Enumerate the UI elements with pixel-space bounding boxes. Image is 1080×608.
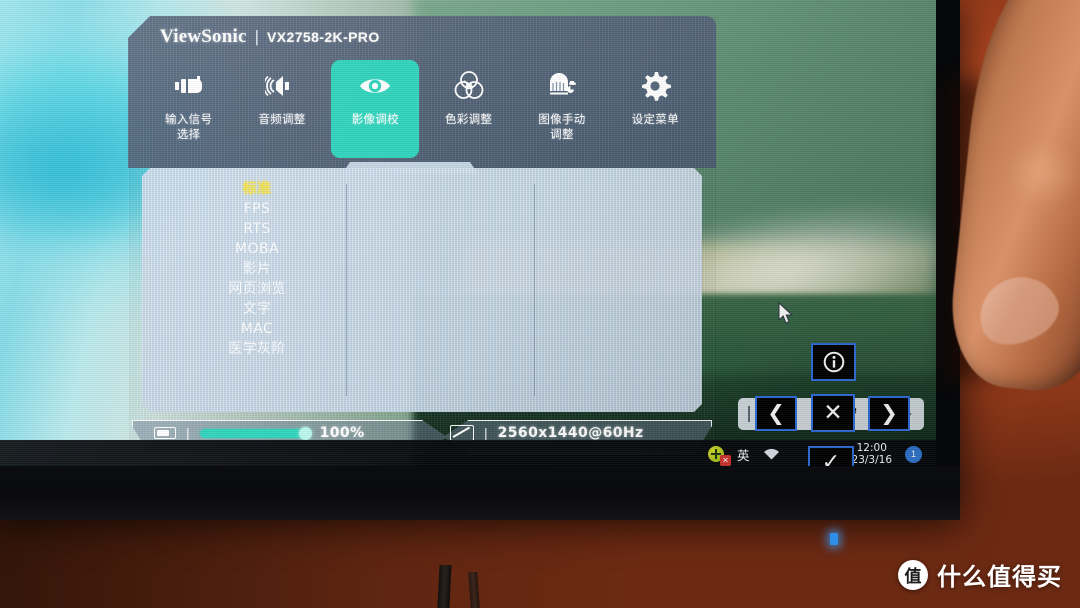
osd-branding: ViewSonic | VX2758-2K-PRO bbox=[160, 26, 380, 48]
model-number: VX2758-2K-PRO bbox=[267, 29, 380, 45]
brand-name: ViewSonic bbox=[160, 26, 247, 47]
finger-knuckle-highlight bbox=[1000, 120, 1080, 240]
status-separator: | bbox=[484, 425, 488, 441]
mouse-cursor bbox=[778, 302, 794, 324]
eye-icon bbox=[360, 79, 391, 93]
brightness-value: 100% bbox=[319, 425, 365, 441]
watermark-logo: 值 bbox=[898, 559, 928, 590]
monitor-body: ViewSonic | VX2758-2K-PRO 输入信号 选择 音频调整 影… bbox=[0, 0, 960, 520]
preset-item[interactable]: 影片 bbox=[243, 260, 272, 279]
gear-icon bbox=[642, 72, 672, 101]
brightness-slider-knob[interactable] bbox=[298, 426, 312, 440]
menu-item-manual-image[interactable]: 图像手动 调整 bbox=[518, 60, 606, 158]
info-icon bbox=[823, 351, 844, 373]
menu-item-label: 色彩调整 bbox=[445, 112, 493, 126]
osd-info-button[interactable] bbox=[811, 343, 856, 381]
taskbar-clock[interactable]: 12:00 23/3/16 bbox=[852, 442, 892, 466]
preset-item[interactable]: MOBA bbox=[235, 240, 279, 259]
preset-item[interactable]: FPS bbox=[244, 200, 271, 219]
speaker-icon bbox=[264, 75, 289, 97]
brand-separator: | bbox=[254, 27, 260, 46]
close-icon: ✕ bbox=[823, 399, 843, 426]
power-led-indicator bbox=[830, 533, 838, 545]
chevron-left-icon: ❮ bbox=[767, 401, 785, 425]
menu-item-label: 图像手动 调整 bbox=[538, 112, 586, 141]
menu-item-label: 输入信号 选择 bbox=[165, 112, 213, 141]
manual-image-icon bbox=[549, 73, 576, 95]
preset-item[interactable]: 网页浏览 bbox=[228, 280, 286, 299]
display-icon bbox=[450, 425, 474, 441]
osd-close-button[interactable]: ✕ bbox=[811, 394, 855, 432]
ime-indicator[interactable]: 英 bbox=[737, 445, 750, 464]
watermark: 值 什么值得买 bbox=[898, 557, 1062, 592]
windows-taskbar: 英 12:00 23/3/16 1 bbox=[0, 440, 936, 468]
clock-time: 12:00 bbox=[856, 442, 887, 454]
wifi-icon[interactable] bbox=[763, 447, 780, 461]
menu-item-input-source[interactable]: 输入信号 选择 bbox=[145, 60, 233, 158]
monitor-screen: ViewSonic | VX2758-2K-PRO 输入信号 选择 音频调整 影… bbox=[0, 0, 936, 468]
osd-confirm-button[interactable]: ✓ bbox=[808, 446, 854, 468]
status-resolution-group: | 2560x1440@60Hz bbox=[450, 425, 644, 441]
screenshot-root: ViewSonic | VX2758-2K-PRO 输入信号 选择 音频调整 影… bbox=[0, 0, 1080, 608]
status-separator: | bbox=[186, 425, 190, 441]
monitor-bottom-bezel bbox=[0, 466, 960, 520]
status-brightness-group: | 100% bbox=[154, 425, 365, 441]
osd-menu-bar: 输入信号 选择 音频调整 影像调校 色彩调整 图像手动 调整 设定菜单 bbox=[142, 60, 702, 164]
panel-column-divider-2 bbox=[534, 184, 535, 396]
menu-item-label: 音频调整 bbox=[258, 112, 306, 126]
osd-prev-button[interactable]: ❮ bbox=[755, 396, 797, 431]
color-circles-icon bbox=[454, 71, 484, 99]
clock-date: 23/3/16 bbox=[851, 454, 892, 466]
preset-item[interactable]: MAC bbox=[241, 320, 273, 339]
preset-item[interactable]: RTS bbox=[243, 220, 270, 239]
menu-item-label: 影像调校 bbox=[351, 112, 399, 126]
brightness-icon bbox=[154, 427, 176, 439]
preset-item[interactable]: 医学灰阶 bbox=[228, 340, 286, 359]
menu-item-label: 设定菜单 bbox=[631, 112, 679, 126]
resolution-value: 2560x1440@60Hz bbox=[497, 425, 644, 441]
preset-list: 标准 FPS RTS MOBA 影片 网页浏览 文字 MAC 医学灰阶 bbox=[182, 180, 332, 359]
notification-badge[interactable]: 1 bbox=[905, 445, 922, 463]
preset-item[interactable]: 标准 bbox=[243, 180, 272, 199]
close-icon[interactable]: ✕ bbox=[720, 455, 731, 466]
menu-item-setup[interactable]: 设定菜单 bbox=[611, 60, 699, 158]
osd-next-button[interactable]: ❯ bbox=[868, 396, 910, 431]
preset-item[interactable]: 文字 bbox=[243, 300, 272, 319]
watermark-text: 什么值得买 bbox=[937, 563, 1062, 591]
monitor-stand bbox=[436, 565, 452, 608]
menu-item-color-adjust[interactable]: 色彩调整 bbox=[425, 60, 513, 158]
brightness-slider[interactable] bbox=[199, 426, 312, 440]
osd-content-panel: 标准 FPS RTS MOBA 影片 网页浏览 文字 MAC 医学灰阶 bbox=[142, 168, 702, 412]
panel-column-divider-1 bbox=[346, 184, 347, 396]
menu-item-image-adjust[interactable]: 影像调校 bbox=[331, 60, 420, 158]
osd-menu: ViewSonic | VX2758-2K-PRO 输入信号 选择 音频调整 影… bbox=[128, 16, 716, 456]
human-hand bbox=[943, 0, 1080, 430]
input-source-icon bbox=[174, 76, 202, 93]
menu-item-audio[interactable]: 音频调整 bbox=[238, 60, 326, 158]
chevron-right-icon: ❯ bbox=[880, 401, 898, 425]
quickbar-tick bbox=[748, 406, 750, 422]
